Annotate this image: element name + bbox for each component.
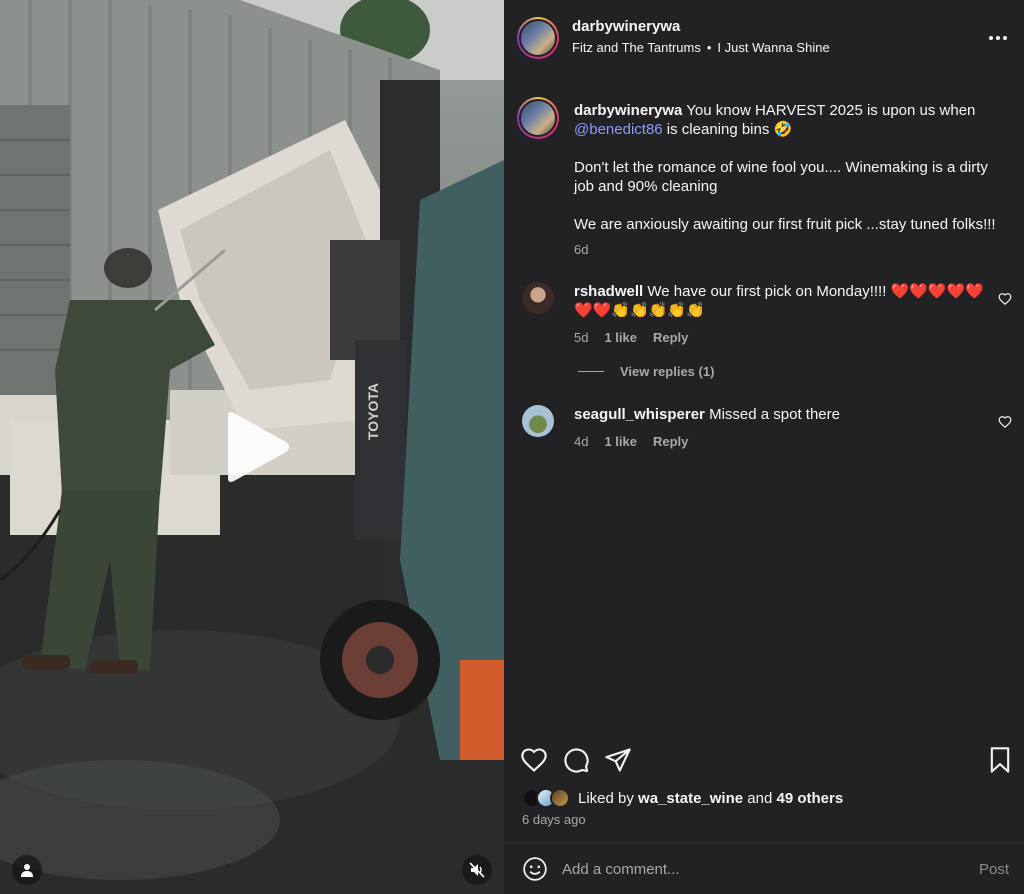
view-replies-button[interactable]: View replies (1) [578,364,714,379]
view-replies-label: View replies (1) [620,364,715,379]
add-comment-bar: Post [504,842,1024,894]
caption-mention-link[interactable]: @benedict86 [574,121,663,138]
play-button[interactable] [222,410,292,484]
likes-summary: Liked by wa_state_wine and 49 others [522,788,843,808]
comment-reply-button[interactable]: Reply [653,432,688,451]
caption-line1-suffix: is cleaning bins 🤣 [666,121,793,138]
commenter-avatar[interactable] [522,282,554,314]
comment-meta: 5d 1 like Reply [574,328,994,347]
save-button[interactable] [986,746,1014,774]
comment-input[interactable] [562,855,942,883]
bookmark-icon [990,747,1010,773]
liker-avatar [550,788,570,808]
comment-body: rshadwell We have our first pick on Mond… [574,282,994,347]
emoji-icon [523,857,547,881]
likes-others-link[interactable]: 49 others [776,790,843,807]
comment-reply-button[interactable]: Reply [653,328,688,347]
play-icon [228,412,289,482]
comment-like-count[interactable]: 1 like [604,328,637,347]
caption-author-avatar[interactable] [517,97,559,139]
more-options-icon [989,36,1007,40]
comment-button[interactable] [562,746,590,774]
user-tag-icon [21,864,33,877]
emoji-picker-button[interactable] [522,856,548,882]
caption-text: darbywinerywa You know HARVEST 2025 is u… [574,101,1004,259]
caption-paragraph-2: Don't let the romance of wine fool you..… [574,159,988,195]
heart-icon [521,748,547,772]
commenter-username[interactable]: seagull_whisperer [574,406,705,423]
comment-time[interactable]: 5d [574,328,588,347]
post-details-panel: darbywinerywa Fitz and The Tantrums • I Ju… [504,0,1024,894]
audio-separator: • [706,40,712,55]
likes-user-link[interactable]: wa_state_wine [638,790,743,807]
comment-icon [564,748,589,773]
tagged-users-button[interactable] [12,855,42,885]
comment-text: Missed a spot there [709,406,840,423]
share-button[interactable] [604,746,632,774]
heart-icon [998,293,1012,306]
more-options-button[interactable] [986,28,1010,48]
commenter-avatar[interactable] [522,405,554,437]
like-button[interactable] [520,746,548,774]
comment-time[interactable]: 4d [574,432,588,451]
audio-artist[interactable]: Fitz and The Tantrums [572,40,701,55]
commenter-username[interactable]: rshadwell [574,283,643,300]
mute-toggle-button[interactable] [462,855,492,885]
caption-paragraph-3: We are anxiously awaiting our first frui… [574,216,996,233]
likes-prefix: Liked by [578,789,634,807]
post-header: darbywinerywa Fitz and The Tantrums • I Ju… [504,0,1024,78]
caption-line1: You know HARVEST 2025 is upon us when [686,102,976,119]
post-timestamp[interactable]: 6 days ago [522,812,586,827]
author-avatar[interactable] [517,17,559,59]
post-action-bar [504,738,1024,780]
comment-meta: 4d 1 like Reply [574,432,994,451]
liker-avatars[interactable] [522,788,570,808]
post-header-text: darbywinerywa Fitz and The Tantrums • I Ju… [572,18,830,55]
comment-like-button[interactable] [998,292,1012,306]
comment-body: seagull_whisperer Missed a spot there 4d… [574,405,994,451]
audio-title[interactable]: I Just Wanna Shine [717,40,829,55]
caption-username[interactable]: darbywinerywa [574,102,682,119]
replies-divider [578,371,604,372]
heart-icon [998,416,1012,429]
forklift-brand-text: TOYOTA [365,383,381,440]
caption-timestamp[interactable]: 6d [574,240,1004,259]
post-comment-button[interactable]: Post [979,861,1009,878]
muted-speaker-icon [469,862,485,878]
audio-track[interactable]: Fitz and The Tantrums • I Just Wanna Shine [572,40,830,55]
post-media-video[interactable]: TOYOTA [0,0,504,894]
send-icon [605,748,631,772]
author-username[interactable]: darbywinerywa [572,18,830,35]
comment-like-count[interactable]: 1 like [604,432,637,451]
likes-conjunction: and [747,789,773,807]
comment-like-button[interactable] [998,415,1012,429]
